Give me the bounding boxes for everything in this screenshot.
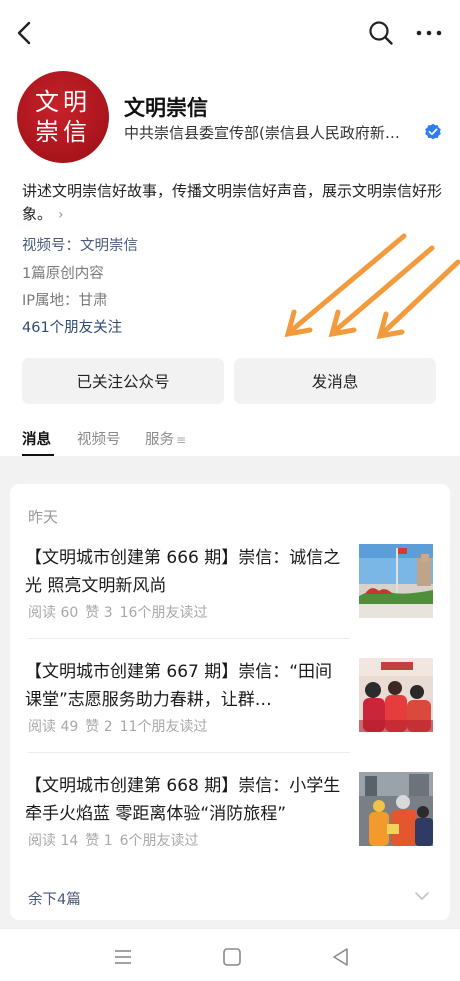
channel-link[interactable]: 视频号：文明崇信 bbox=[22, 234, 138, 255]
article-title: 【文明城市创建第 666 期】崇信：诚信之光 照亮文明新风尚 bbox=[25, 548, 341, 596]
article-thumbnail bbox=[359, 772, 433, 846]
message-card: 昨天 【文明城市创建第 666 期】崇信：诚信之光 照亮文明新风尚 阅读 60 赞… bbox=[10, 484, 450, 920]
article-item[interactable]: 【文明城市创建第 668 期】崇信：小学生牵手火焰蓝 零距离体验“消防旅程” 阅… bbox=[10, 772, 450, 878]
intro-text: 讲述文明崇信好故事，传播文明崇信好声音，展示文明崇信好形象。 bbox=[22, 182, 443, 223]
article-reads: 阅读 60 bbox=[28, 605, 79, 621]
article-likes: 赞 3 bbox=[85, 605, 113, 621]
divider bbox=[28, 752, 350, 753]
search-icon[interactable] bbox=[366, 18, 396, 48]
article-thumbnail bbox=[359, 658, 433, 732]
article-item[interactable]: 【文明城市创建第 667 期】崇信：“田间课堂”志愿服务助力春耕，让群… 阅读 … bbox=[10, 658, 450, 764]
article-reads: 阅读 14 bbox=[28, 833, 79, 849]
date-label: 昨天 bbox=[28, 508, 59, 526]
tab-channels[interactable]: 视频号 bbox=[77, 428, 121, 449]
system-nav-bar bbox=[0, 928, 460, 981]
triangle-back-icon[interactable] bbox=[330, 946, 352, 968]
article-stats: 阅读 60 赞 3 16个朋友读过 bbox=[28, 602, 214, 622]
avatar-text: 文明崇信 bbox=[35, 88, 91, 146]
article-friends-read: 11个朋友读过 bbox=[119, 719, 208, 735]
ip-location: IP属地：甘肃 bbox=[22, 293, 108, 309]
tab-messages-label: 消息 bbox=[22, 432, 51, 448]
article-friends-read: 6个朋友读过 bbox=[119, 833, 199, 849]
followed-account-button[interactable]: 已关注公众号 bbox=[22, 358, 224, 404]
article-stats: 阅读 49 赞 2 11个朋友读过 bbox=[28, 716, 214, 736]
tab-services[interactable]: 服务 ≡ bbox=[145, 428, 186, 449]
article-title: 【文明城市创建第 667 期】崇信：“田间课堂”志愿服务助力春耕，让群… bbox=[25, 662, 333, 710]
article-title: 【文明城市创建第 668 期】崇信：小学生牵手火焰蓝 零距离体验“消防旅程” bbox=[25, 776, 341, 824]
chevron-left-icon[interactable] bbox=[10, 18, 40, 48]
account-org[interactable]: 中共崇信县委宣传部(崇信县人民政府新… bbox=[124, 122, 416, 143]
tab-messages[interactable]: 消息 bbox=[22, 428, 54, 456]
account-profile: 文明崇信 文明崇信 中共崇信县委宣传部(崇信县人民政府新… bbox=[0, 66, 460, 166]
article-item[interactable]: 【文明城市创建第 666 期】崇信：诚信之光 照亮文明新风尚 阅读 60 赞 3 1… bbox=[10, 544, 450, 650]
send-message-button[interactable]: 发消息 bbox=[234, 358, 436, 404]
top-bar bbox=[0, 0, 460, 66]
square-home-icon[interactable] bbox=[221, 946, 243, 968]
remaining-articles-link[interactable]: 余下4篇 bbox=[28, 888, 81, 909]
chevron-down-icon[interactable] bbox=[414, 888, 430, 904]
article-likes: 赞 2 bbox=[85, 719, 113, 735]
avatar[interactable]: 文明崇信 bbox=[17, 71, 109, 163]
menu-lines-icon: ≡ bbox=[176, 433, 187, 447]
article-friends-read: 16个朋友读过 bbox=[119, 605, 208, 621]
article-likes: 赞 1 bbox=[85, 833, 113, 849]
divider bbox=[28, 638, 350, 639]
original-count: 1篇原创内容 bbox=[22, 266, 104, 282]
chevron-right-icon: › bbox=[58, 207, 64, 223]
more-dots-icon[interactable] bbox=[412, 18, 446, 48]
friends-following-link[interactable]: 461个朋友关注 bbox=[22, 316, 122, 337]
article-reads: 阅读 49 bbox=[28, 719, 79, 735]
account-name: 文明崇信 bbox=[124, 96, 208, 120]
article-thumbnail bbox=[359, 544, 433, 618]
tab-services-label: 服务 bbox=[145, 432, 174, 448]
verified-icon bbox=[425, 123, 441, 140]
account-intro[interactable]: 讲述文明崇信好故事，传播文明崇信好声音，展示文明崇信好形象。 › bbox=[22, 180, 442, 227]
annotation-arrows bbox=[284, 233, 460, 340]
menu-icon[interactable] bbox=[112, 946, 134, 968]
article-stats: 阅读 14 赞 1 6个朋友读过 bbox=[28, 830, 206, 850]
